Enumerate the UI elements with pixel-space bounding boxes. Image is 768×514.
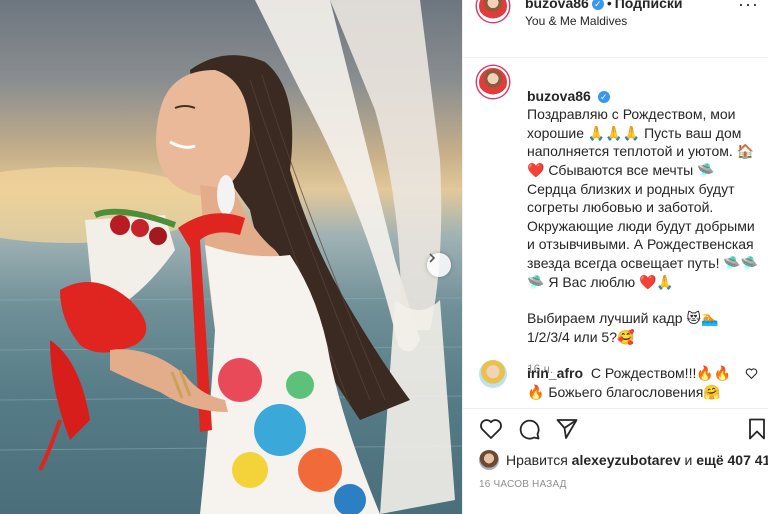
likes-middle: и <box>684 452 693 468</box>
next-photo-button[interactable] <box>427 253 451 277</box>
likes-summary: Нравится alexeyzubotarev и ещё 407 416 <box>479 450 768 470</box>
caption-text-2: Выбираем лучший кадр 😻🏊 1/2/3/4 или 5?🥰 <box>527 310 719 345</box>
comment-icon[interactable] <box>517 417 541 441</box>
post-caption: buzova86 ✓ Поздравляю с Рождеством, мои х… <box>527 68 761 379</box>
author-username[interactable]: buzova86 <box>525 0 589 11</box>
liker-avatar[interactable] <box>479 450 499 470</box>
post-photo[interactable] <box>0 0 462 514</box>
photo-illustration <box>0 0 462 514</box>
likes-count[interactable]: ещё 407 416 <box>696 452 768 468</box>
verified-badge-icon: ✓ <box>597 90 610 103</box>
caption-username[interactable]: buzova86 <box>527 88 591 104</box>
caption-author-avatar[interactable] <box>477 66 509 98</box>
separator-dot: • <box>606 0 612 11</box>
author-line: buzova86 ✓ • Подписки <box>525 0 683 11</box>
action-bar <box>463 408 768 448</box>
liker-username[interactable]: alexeyzubotarev <box>572 452 681 468</box>
verified-badge-icon: ✓ <box>591 0 604 10</box>
bookmark-icon[interactable] <box>745 417 768 441</box>
heart-icon[interactable] <box>479 417 503 441</box>
likes-prefix: Нравится <box>506 452 568 468</box>
paper-plane-icon[interactable] <box>555 417 579 441</box>
caption-text: Поздравляю с Рождеством, мои хорошие 🙏🙏🙏… <box>527 106 759 290</box>
commenter-username[interactable]: irin_afro <box>527 365 583 381</box>
comment-like-heart-icon[interactable] <box>745 367 758 380</box>
chevron-right-icon <box>429 253 436 263</box>
following-button[interactable]: Подписки <box>615 0 683 11</box>
more-options-icon[interactable]: ··· <box>738 0 759 15</box>
commenter-avatar[interactable] <box>479 360 507 388</box>
location-link[interactable]: You & Me Maldives <box>525 14 627 28</box>
post-header: buzova86 ✓ • Подписки You & Me Maldives ··· <box>463 0 768 58</box>
post-side-panel: buzova86 ✓ • Подписки You & Me Maldives ···… <box>462 0 768 514</box>
post-timestamp[interactable]: 16 ЧАСОВ НАЗАД <box>479 479 567 490</box>
comment-item: irin_afro С Рождеством!!!🔥🔥🔥 Божьего бла… <box>527 364 737 401</box>
author-avatar[interactable] <box>477 0 509 22</box>
